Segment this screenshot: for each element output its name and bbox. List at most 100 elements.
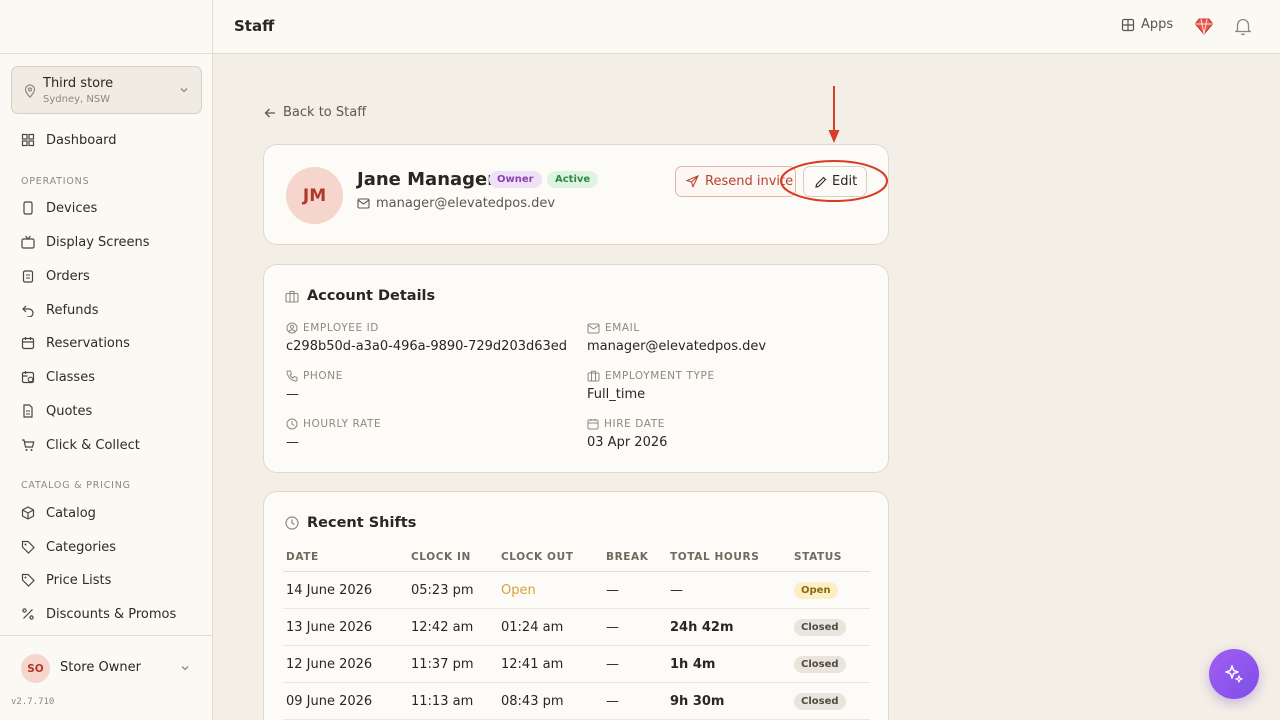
gem-icon[interactable]: [1194, 16, 1214, 36]
recent-shifts-label: Recent Shifts: [307, 515, 417, 531]
cell-date: 12 June 2026: [286, 657, 373, 672]
email-label-text: EMAIL: [605, 322, 640, 334]
column-header-break: BREAK: [606, 551, 649, 563]
bell-icon[interactable]: [1234, 16, 1252, 36]
apps-button[interactable]: Apps: [1121, 17, 1173, 32]
hourly-rate-label: HOURLY RATE: [286, 418, 381, 430]
user-menu[interactable]: SO Store Owner: [0, 635, 212, 699]
column-header-clock-out: CLOCK OUT: [501, 551, 574, 563]
cell-date: 09 June 2026: [286, 694, 373, 709]
cell-break: —: [606, 620, 619, 635]
user-circle-icon: [286, 322, 298, 334]
cell-break: —: [606, 583, 619, 598]
email-value: manager@elevatedpos.dev: [587, 339, 767, 354]
sidebar-item-categories[interactable]: Categories: [0, 532, 212, 562]
cell-clock-out: 12:41 am: [501, 657, 564, 672]
employment-type-value: Full_time: [587, 387, 646, 402]
table-row[interactable]: 14 June 2026 05:23 pm Open — — Open: [283, 572, 870, 609]
phone-label: PHONE: [286, 370, 343, 382]
sidebar-item-refunds[interactable]: Refunds: [0, 295, 212, 325]
calendar-icon: [21, 337, 35, 350]
sidebar-item-label: Quotes: [46, 403, 93, 419]
cell-clock-in: 05:23 pm: [411, 583, 474, 598]
status-badge: Closed: [794, 693, 846, 710]
column-header-status: STATUS: [794, 551, 843, 563]
status-badge: Active: [547, 171, 599, 188]
table-row[interactable]: 13 June 2026 12:42 am 01:24 am — 24h 42m…: [283, 609, 870, 646]
phone-label-text: PHONE: [303, 370, 343, 382]
sidebar-item-dashboard[interactable]: Dashboard: [0, 125, 212, 155]
undo-icon: [22, 305, 34, 317]
table-row[interactable]: 12 June 2026 11:37 pm 12:41 am — 1h 4m C…: [283, 646, 870, 683]
edit-button[interactable]: Edit: [803, 166, 867, 197]
sidebar-item-quotes[interactable]: Quotes: [0, 396, 212, 426]
cell-clock-in: 11:37 pm: [411, 657, 474, 672]
column-header-total-hours: TOTAL HOURS: [670, 551, 760, 563]
sidebar-item-reservations[interactable]: Reservations: [0, 328, 212, 358]
cell-clock-in: 12:42 am: [411, 620, 474, 635]
clock-icon: [286, 418, 298, 430]
document-icon: [23, 404, 33, 418]
calendar-icon: [587, 419, 599, 430]
resend-invite-label: Resend invite: [705, 174, 794, 189]
table-row[interactable]: 09 June 2026 11:13 am 08:43 pm — 9h 30m …: [283, 683, 870, 720]
nav-section-catalog: CATALOG & PRICING: [21, 480, 131, 491]
sidebar-item-click-collect[interactable]: Click & Collect: [0, 430, 212, 460]
calendar-clock-icon: [21, 371, 35, 384]
logo-area: [0, 0, 212, 54]
phone-value: —: [286, 387, 299, 402]
cell-clock-out: 01:24 am: [501, 620, 564, 635]
ai-assistant-button[interactable]: [1209, 649, 1259, 699]
sidebar: Third store Sydney, NSW Dashboard OPERAT…: [0, 0, 213, 720]
clock-icon: [285, 516, 299, 530]
tv-icon: [21, 235, 35, 249]
cell-total-hours: 1h 4m: [670, 657, 716, 672]
chevron-down-icon: [181, 666, 189, 671]
store-location: Sydney, NSW: [43, 94, 111, 105]
employee-id-value: c298b50d-a3a0-496a-9890-729d203d63ed: [286, 339, 568, 354]
user-name: Store Owner: [60, 660, 141, 675]
sidebar-item-catalog[interactable]: Catalog: [0, 498, 212, 528]
sidebar-item-label: Refunds: [46, 302, 99, 318]
cell-clock-in: 11:13 am: [411, 694, 474, 709]
cell-break: —: [606, 657, 619, 672]
profile-card: JM Jane Manager Owner Active manager@ele…: [263, 144, 889, 245]
nav-section-operations: OPERATIONS: [21, 176, 90, 187]
employee-id-label: EMPLOYEE ID: [286, 322, 379, 334]
sidebar-item-orders[interactable]: Orders: [0, 261, 212, 291]
cell-break: —: [606, 694, 619, 709]
column-header-date: DATE: [286, 551, 319, 563]
email-label: EMAIL: [587, 322, 640, 334]
recent-shifts-title: Recent Shifts: [285, 515, 416, 531]
back-to-staff-link[interactable]: Back to Staff: [264, 105, 366, 120]
percent-icon: [22, 608, 34, 620]
map-pin-icon: [24, 84, 36, 98]
hourly-rate-value: —: [286, 435, 299, 450]
avatar: JM: [286, 167, 343, 224]
sidebar-item-classes[interactable]: Classes: [0, 362, 212, 392]
mail-icon: [357, 198, 370, 209]
clipboard-icon: [22, 270, 34, 283]
sidebar-item-display-screens[interactable]: Display Screens: [0, 227, 212, 257]
cell-total-hours: 9h 30m: [670, 694, 725, 709]
store-switcher[interactable]: Third store Sydney, NSW: [11, 66, 202, 114]
sidebar-item-label: Catalog: [46, 505, 96, 521]
sidebar-item-price-lists[interactable]: Price Lists: [0, 565, 212, 595]
cell-total-hours: —: [670, 583, 683, 598]
staff-name: Jane Manager: [357, 169, 497, 190]
cell-date: 14 June 2026: [286, 583, 373, 598]
sidebar-item-label: Orders: [46, 268, 90, 284]
apps-label: Apps: [1141, 17, 1174, 32]
column-header-clock-in: CLOCK IN: [411, 551, 471, 563]
employee-id-label-text: EMPLOYEE ID: [303, 322, 379, 334]
hire-date-label-text: HIRE DATE: [604, 418, 665, 430]
sidebar-item-devices[interactable]: Devices: [0, 193, 212, 223]
account-details-title: Account Details: [285, 288, 435, 304]
sidebar-item-label: Devices: [46, 200, 98, 216]
recent-shifts-card: Recent Shifts DATE CLOCK IN CLOCK OUT BR…: [263, 491, 889, 720]
employment-type-label: EMPLOYMENT TYPE: [587, 370, 715, 382]
resend-invite-button[interactable]: Resend invite: [675, 166, 796, 197]
chevron-down-icon: [180, 88, 188, 93]
sidebar-item-discounts[interactable]: Discounts & Promos: [0, 599, 212, 629]
avatar: SO: [21, 654, 50, 683]
